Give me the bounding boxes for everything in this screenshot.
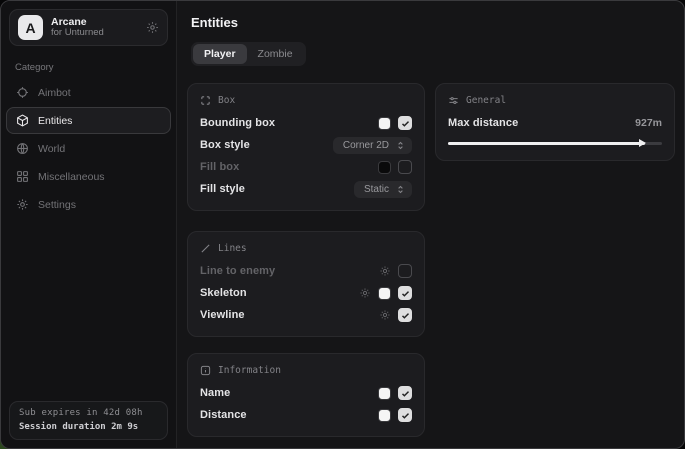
color-swatch[interactable]	[378, 409, 391, 422]
sidebar-item-entities[interactable]: Entities	[6, 107, 171, 134]
dropdown-value: Static	[364, 184, 389, 195]
globe-icon	[16, 142, 29, 155]
brand-card: A Arcane for Unturned	[9, 9, 168, 46]
sidebar-item-label: World	[38, 143, 65, 155]
row-box-style: Box style Corner 2D	[200, 134, 412, 156]
sidebar-item-label: Aimbot	[38, 87, 71, 99]
chevron-up-down-icon	[396, 141, 405, 150]
sliders-icon	[448, 95, 459, 106]
color-swatch[interactable]	[378, 117, 391, 130]
line-to-enemy-checkbox[interactable]	[398, 264, 412, 278]
box-card: Box Bounding box Box style	[187, 83, 425, 211]
brand-logo: A	[18, 15, 43, 40]
cube-icon	[16, 114, 29, 127]
viewline-settings-gear-icon[interactable]	[379, 309, 391, 321]
section-title: Box	[218, 95, 235, 106]
sidebar-item-aimbot[interactable]: Aimbot	[6, 79, 171, 106]
skeleton-checkbox[interactable]	[398, 286, 412, 300]
slider-thumb[interactable]	[639, 139, 646, 147]
color-swatch[interactable]	[378, 387, 391, 400]
row-viewline: Viewline	[200, 304, 412, 326]
sidebar: A Arcane for Unturned Category A	[1, 1, 177, 448]
lines-card: Lines Line to enemy	[187, 231, 425, 337]
sidebar-item-label: Settings	[38, 199, 76, 211]
box-style-dropdown[interactable]: Corner 2D	[333, 137, 412, 154]
row-label: Fill box	[200, 161, 239, 173]
tab-player[interactable]: Player	[193, 44, 247, 64]
row-label: Name	[200, 387, 230, 399]
row-label: Box style	[200, 139, 250, 151]
sidebar-item-settings[interactable]: Settings	[6, 191, 171, 218]
section-title: General	[466, 95, 506, 106]
entity-tabs: Player Zombie	[191, 42, 306, 66]
name-checkbox[interactable]	[398, 386, 412, 400]
category-label: Category	[15, 62, 162, 73]
fill-box-checkbox[interactable]	[398, 160, 412, 174]
row-fill-style: Fill style Static	[200, 178, 412, 200]
row-max-distance: Max distance 927m	[448, 112, 662, 134]
max-distance-value: 927m	[635, 117, 662, 129]
app-window: A Arcane for Unturned Category A	[0, 0, 685, 449]
section-title: Information	[218, 365, 281, 376]
sidebar-nav: Aimbot Entities World	[1, 79, 176, 218]
row-label: Fill style	[200, 183, 245, 195]
info-icon	[200, 365, 211, 376]
gear-icon	[16, 198, 29, 211]
chevron-up-down-icon	[396, 185, 405, 194]
bounding-box-checkbox[interactable]	[398, 116, 412, 130]
row-label: Viewline	[200, 309, 245, 321]
sidebar-item-miscellaneous[interactable]: Miscellaneous	[6, 163, 171, 190]
row-distance: Distance	[200, 404, 412, 426]
slider-track[interactable]	[448, 142, 662, 145]
sidebar-item-label: Miscellaneous	[38, 171, 105, 183]
brand-subtitle: for Unturned	[51, 28, 138, 39]
row-line-to-enemy: Line to enemy	[200, 260, 412, 282]
fill-style-dropdown[interactable]: Static	[354, 181, 412, 198]
row-label: Line to enemy	[200, 265, 275, 277]
color-swatch[interactable]	[378, 161, 391, 174]
main-panel: Entities Player Zombie Box	[177, 1, 685, 448]
line-settings-gear-icon[interactable]	[379, 265, 391, 277]
tab-zombie[interactable]: Zombie	[247, 44, 304, 64]
skeleton-settings-gear-icon[interactable]	[359, 287, 371, 299]
row-label: Max distance	[448, 117, 518, 129]
subscription-card: Sub expires in 42d 08h Session duration …	[9, 401, 168, 440]
color-swatch[interactable]	[378, 287, 391, 300]
slider-fill	[448, 142, 645, 145]
grid-icon	[16, 170, 29, 183]
box-corners-icon	[200, 95, 211, 106]
session-duration-text: Session duration 2m 9s	[19, 421, 158, 435]
sub-expiry-text: Sub expires in 42d 08h	[19, 407, 158, 421]
diagonal-line-icon	[200, 243, 211, 254]
row-label: Bounding box	[200, 117, 275, 129]
row-name: Name	[200, 382, 412, 404]
row-label: Distance	[200, 409, 247, 421]
information-card: Information Name Distance	[187, 353, 425, 437]
row-label: Skeleton	[200, 287, 247, 299]
viewline-checkbox[interactable]	[398, 308, 412, 322]
section-title: Lines	[218, 243, 247, 254]
row-skeleton: Skeleton	[200, 282, 412, 304]
row-fill-box: Fill box	[200, 156, 412, 178]
max-distance-slider[interactable]	[448, 136, 662, 150]
crosshair-icon	[16, 86, 29, 99]
page-title: Entities	[191, 15, 675, 30]
dropdown-value: Corner 2D	[343, 140, 389, 151]
distance-checkbox[interactable]	[398, 408, 412, 422]
row-bounding-box: Bounding box	[200, 112, 412, 134]
sidebar-item-world[interactable]: World	[6, 135, 171, 162]
sync-gear-icon[interactable]	[146, 21, 159, 34]
general-card: General Max distance 927m	[435, 83, 675, 161]
sidebar-item-label: Entities	[38, 115, 72, 127]
